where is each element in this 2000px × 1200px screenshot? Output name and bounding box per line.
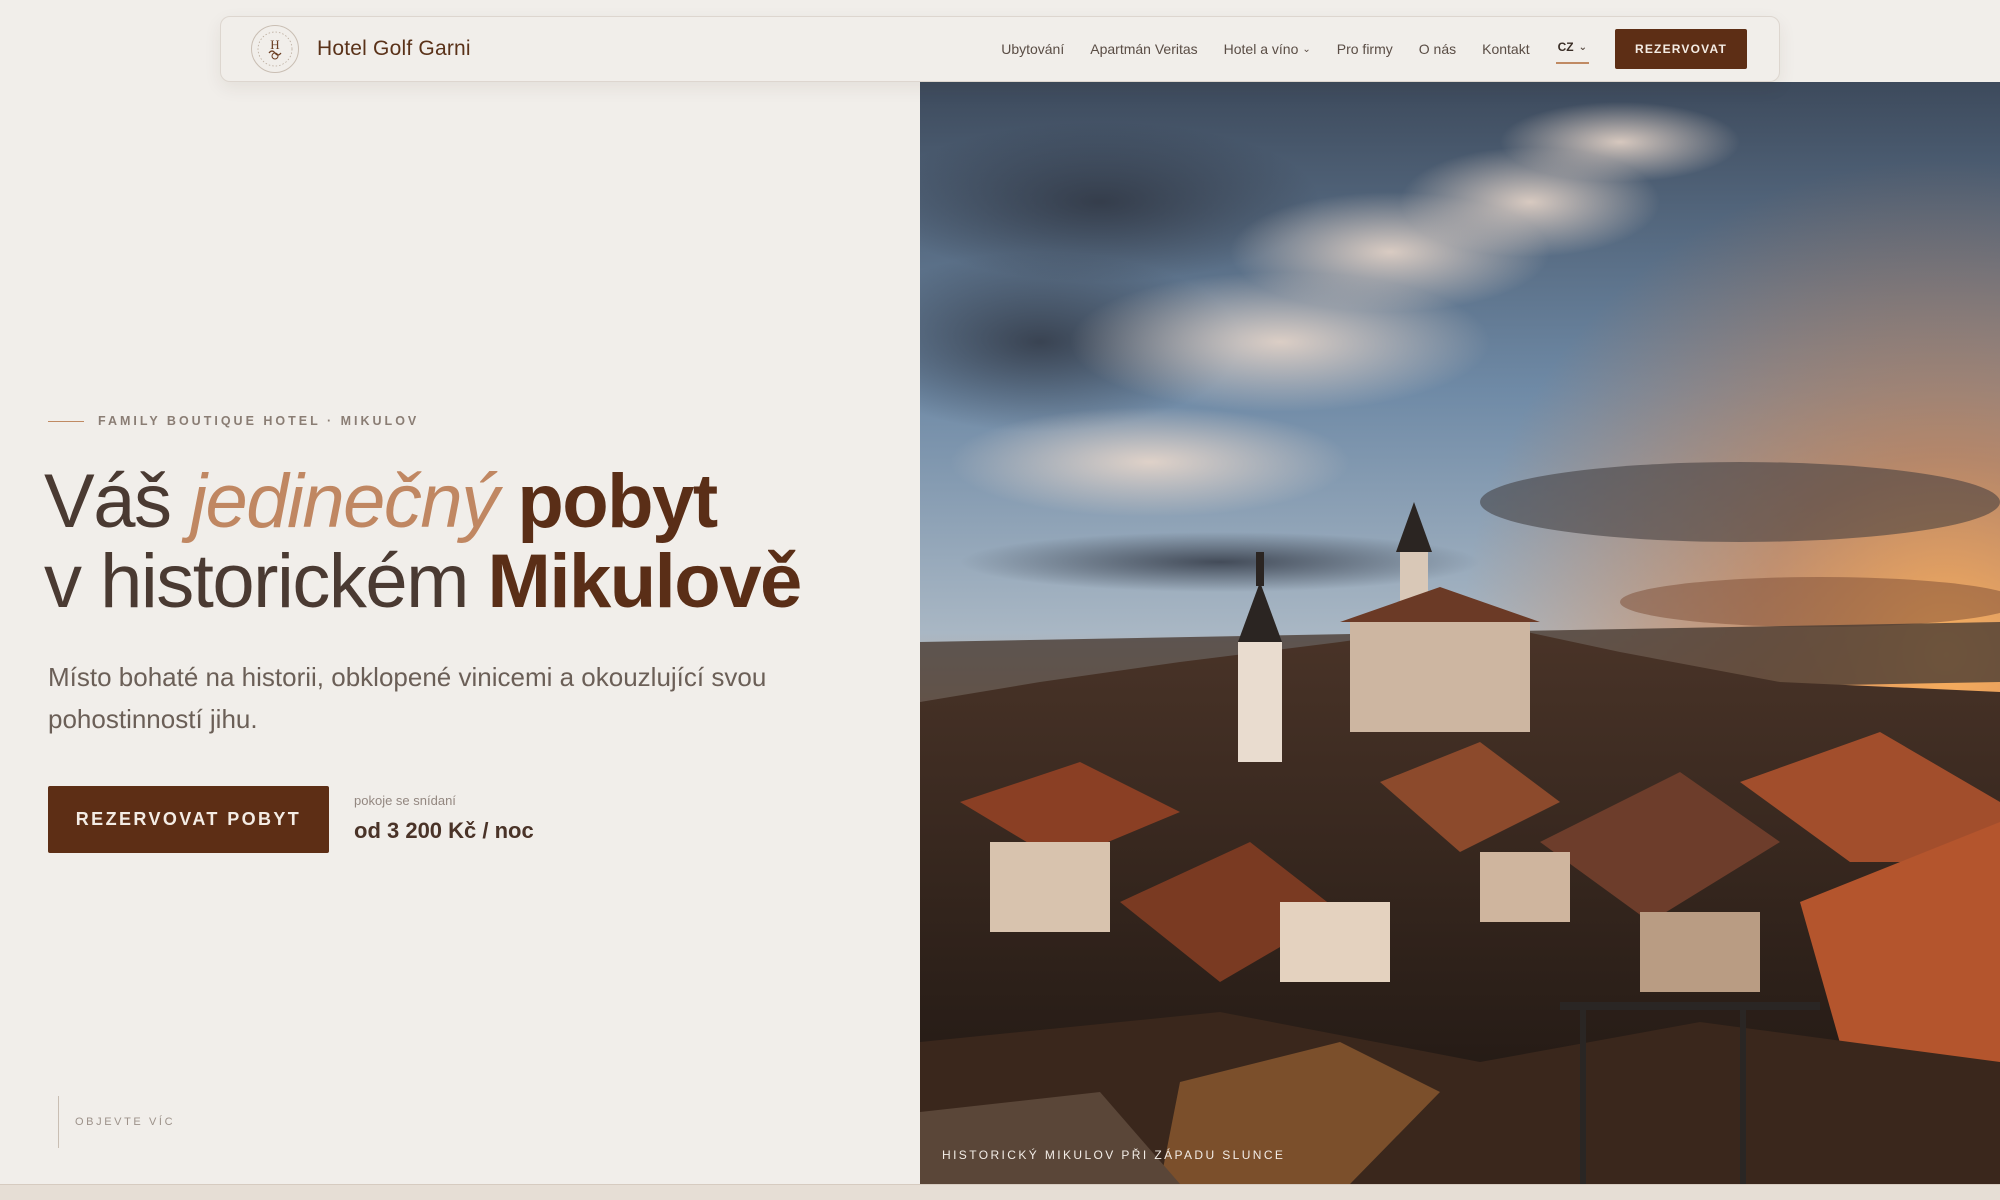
mikulov-sunset-image [920, 82, 2000, 1184]
nav-item-label: Ubytování [1001, 41, 1065, 57]
photo-caption: HISTORICKÝ MIKULOV PŘI ZÁPADU SLUNCE [942, 1148, 1286, 1162]
nav-item-ubytovani[interactable]: Ubytování [1001, 41, 1064, 57]
nav-item-apartman-veritas[interactable]: Apartmán Veritas [1090, 41, 1197, 57]
brand[interactable]: H Hotel Golf Garni [251, 25, 471, 73]
page-title: Váš jedinečný pobyt v historickém Mikulo… [44, 459, 803, 624]
reserve-button[interactable]: REZERVOVAT [1614, 29, 1747, 69]
explore-more-link[interactable]: OBJEVTE VÍC [58, 1096, 175, 1148]
nav-item-o-nas[interactable]: O nás [1419, 41, 1456, 57]
hotel-crest-icon: H [251, 25, 299, 73]
nav-item-label: Apartmán Veritas [1090, 41, 1198, 57]
price-note: pokoje se snídaní [354, 793, 456, 808]
headline-word: v historickém [44, 539, 469, 624]
svg-text:H: H [270, 37, 279, 52]
headline-bold-word: pobyt [517, 459, 718, 544]
reserve-stay-button[interactable]: REZERVOVAT POBYT [48, 786, 329, 853]
headline-word: Váš [44, 459, 172, 544]
chevron-down-icon: ⌄ [1578, 41, 1587, 53]
main-nav: Ubytování Apartmán Veritas Hotel a víno … [1001, 34, 1589, 64]
eyebrow-text: FAMILY BOUTIQUE HOTEL · MIKULOV [98, 414, 420, 428]
nav-item-pro-firmy[interactable]: Pro firmy [1337, 41, 1393, 57]
nav-item-label: Hotel a víno [1223, 41, 1299, 57]
eyebrow: FAMILY BOUTIQUE HOTEL · MIKULOV [48, 414, 419, 428]
nav-item-hotel-a-vino[interactable]: Hotel a víno ⌄ [1224, 41, 1311, 57]
price-value: od 3 200 Kč / noc [354, 818, 534, 843]
price-block: pokoje se snídaní od 3 200 Kč / noc [354, 793, 534, 844]
nav-item-label: O nás [1418, 41, 1457, 57]
language-code: CZ [1557, 40, 1574, 54]
nav-item-kontakt[interactable]: Kontakt [1482, 41, 1529, 57]
nav-item-label: Kontakt [1482, 41, 1530, 57]
nav-item-label: Pro firmy [1336, 41, 1393, 57]
hero-photo: HISTORICKÝ MIKULOV PŘI ZÁPADU SLUNCE [920, 82, 2000, 1184]
brand-name: Hotel Golf Garni [317, 37, 471, 60]
hero-subtitle: Místo bohaté na historii, obklopené vini… [48, 662, 767, 734]
eyebrow-divider [48, 420, 84, 422]
headline-accent-word: jedinečný [190, 459, 499, 544]
chevron-down-icon: ⌄ [1302, 43, 1311, 55]
top-navbar: H Hotel Golf Garni Ubytování Apartmán Ve… [220, 16, 1780, 82]
language-selector[interactable]: CZ ⌄ [1555, 34, 1589, 64]
headline-bold-word: Mikulově [487, 539, 803, 624]
explore-label: OBJEVTE VÍC [75, 1116, 176, 1128]
page-bottom-edge [0, 1184, 2000, 1200]
